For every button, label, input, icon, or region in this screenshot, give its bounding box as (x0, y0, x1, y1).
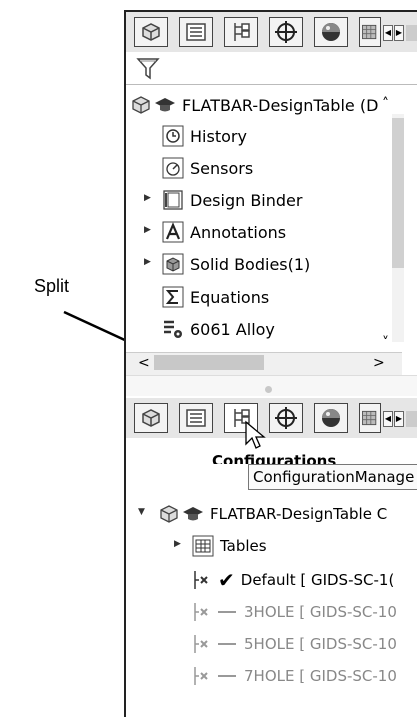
filter-icon[interactable] (136, 56, 160, 84)
tree-item-label: 6061 Alloy (190, 319, 275, 339)
cube-grid-icon (362, 24, 377, 40)
part-icon (130, 94, 152, 116)
config-root-item[interactable]: FLATBAR-DesignTable C (158, 499, 387, 529)
design-binder-icon (162, 189, 184, 211)
configuration-icon (192, 601, 212, 623)
tab-scroll-right[interactable]: ▶ (394, 411, 404, 427)
configuration-icon (192, 665, 212, 687)
tree-item-label: Design Binder (190, 190, 303, 210)
dash-icon (218, 611, 236, 613)
tree-item-label: Sensors (190, 158, 254, 178)
part-root-item[interactable]: FLATBAR-DesignTable (D (130, 90, 378, 120)
scroll-up-arrow[interactable]: ˄ (382, 96, 389, 112)
tree-item-annotations[interactable]: Annotations (162, 217, 286, 247)
property-manager-tab[interactable] (179, 403, 213, 433)
custom-tab[interactable] (359, 403, 381, 433)
vertical-scrollbar-thumb[interactable] (392, 118, 404, 268)
display-manager-tab[interactable] (314, 403, 348, 433)
tables-label: Tables (220, 537, 267, 555)
tab-scroll-left[interactable]: ◀ (383, 25, 393, 41)
tooltip: ConfigurationManage (248, 464, 417, 490)
dimxpert-tab[interactable] (269, 403, 303, 433)
crosshair-icon (275, 407, 297, 429)
feature-manager-panel: ◀ ▶ FLATBAR-DesignTable (D ˄ History Sen… (124, 10, 417, 717)
graduation-cap-icon (154, 94, 176, 116)
dash-icon (218, 643, 236, 645)
configurations-header: Configurations (212, 452, 337, 464)
tree-item-label: Equations (190, 287, 270, 307)
parts-icon (142, 409, 160, 427)
display-manager-tab[interactable] (314, 17, 348, 47)
scroll-right-arrow[interactable]: > (373, 355, 385, 371)
cube-grid-icon (362, 410, 377, 426)
tab-scroll-left[interactable]: ◀ (383, 411, 393, 427)
appearance-sphere-icon (322, 409, 340, 427)
parts-icon (142, 23, 160, 41)
dash-icon (218, 675, 236, 677)
tab-overflow-strip (406, 25, 417, 41)
tree-item-label: History (190, 126, 247, 146)
mouse-cursor-icon (245, 420, 266, 449)
list-icon (186, 409, 206, 427)
property-manager-tab[interactable] (179, 17, 213, 47)
solid-bodies-icon (162, 253, 184, 275)
history-icon (162, 125, 184, 147)
config-root-label: FLATBAR-DesignTable C (210, 505, 388, 523)
filter-divider (126, 84, 417, 85)
expand-arrow[interactable]: ▶ (144, 225, 151, 235)
graduation-cap-icon (182, 503, 204, 525)
config-label: 3HOLE [ GIDS-SC-10 (244, 603, 397, 621)
expand-arrow[interactable]: ▶ (144, 257, 151, 267)
list-icon (186, 23, 206, 41)
tree-item-solid-bodies[interactable]: Solid Bodies(1) (162, 249, 310, 279)
custom-tab[interactable] (359, 17, 381, 47)
config-label: 5HOLE [ GIDS-SC-10 (244, 635, 397, 653)
part-icon (158, 503, 180, 525)
tab-overflow-strip (406, 411, 417, 427)
config-item-5hole[interactable]: 5HOLE [ GIDS-SC-10 (192, 629, 397, 659)
tree-item-label: Solid Bodies(1) (190, 254, 311, 274)
config-label: Default [ GIDS-SC-1( (240, 571, 395, 589)
tree-item-design-binder[interactable]: Design Binder (162, 185, 302, 215)
scroll-down-arrow[interactable]: ˅ (382, 335, 389, 351)
collapse-arrow[interactable]: ▼ (138, 507, 145, 517)
split-bar[interactable] (126, 375, 417, 396)
equations-icon (162, 286, 184, 308)
expand-arrow[interactable]: ▶ (144, 193, 151, 203)
material-icon (162, 318, 184, 340)
configuration-manager-tab[interactable] (224, 17, 258, 47)
sensors-icon (162, 157, 184, 179)
bottom-tab-bar: ◀ ▶ (126, 398, 417, 438)
tables-item[interactable]: Tables (192, 531, 267, 561)
part-root-label: FLATBAR-DesignTable (D (182, 95, 379, 115)
appearance-sphere-icon (322, 23, 340, 41)
annotations-icon (162, 221, 184, 243)
dimxpert-tab[interactable] (269, 17, 303, 47)
tab-scroll-right[interactable]: ▶ (394, 25, 404, 41)
tree-item-label: Annotations (190, 222, 287, 242)
top-tab-bar: ◀ ▶ (126, 12, 417, 52)
config-icon (234, 23, 250, 41)
tree-item-history[interactable]: History (162, 121, 247, 151)
tree-item-material[interactable]: 6061 Alloy (162, 314, 275, 344)
tree-item-equations[interactable]: Equations (162, 282, 269, 312)
config-item-default[interactable]: ✔ Default [ GIDS-SC-1( (192, 565, 394, 595)
feature-manager-tab[interactable] (134, 17, 168, 47)
expand-arrow[interactable]: ▶ (174, 539, 181, 549)
tree-item-sensors[interactable]: Sensors (162, 153, 253, 183)
split-handle[interactable] (265, 386, 272, 393)
scroll-left-arrow[interactable]: < (138, 355, 150, 371)
configuration-icon (192, 569, 212, 591)
checkmark-icon: ✔ (218, 568, 235, 592)
config-item-3hole[interactable]: 3HOLE [ GIDS-SC-10 (192, 597, 397, 627)
config-item-7hole[interactable]: 7HOLE [ GIDS-SC-10 (192, 661, 397, 691)
tables-icon (192, 535, 214, 557)
config-label: 7HOLE [ GIDS-SC-10 (244, 667, 397, 685)
feature-manager-tab[interactable] (134, 403, 168, 433)
horizontal-scrollbar-thumb[interactable] (154, 355, 264, 370)
configuration-icon (192, 633, 212, 655)
crosshair-icon (275, 21, 297, 43)
